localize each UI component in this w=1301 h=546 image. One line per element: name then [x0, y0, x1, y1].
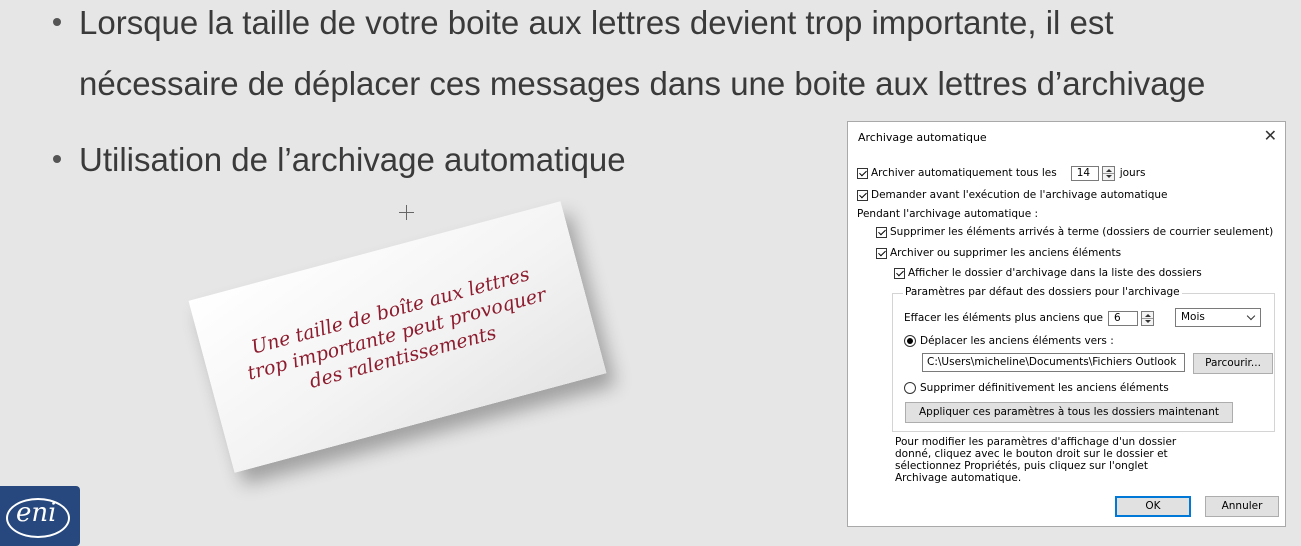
bullet-1: Lorsque la taille de votre boite aux let…: [53, 4, 1114, 41]
logo-text: eni: [16, 498, 57, 528]
months-spinner[interactable]: [1141, 310, 1155, 326]
apply-all-button[interactable]: Appliquer ces paramètres à tous les doss…: [905, 402, 1233, 423]
auto-archive-checkbox[interactable]: [857, 167, 868, 179]
delete-expired-row: Supprimer les éléments arrivés à terme (…: [876, 225, 1273, 239]
bullet-1-line-1: Lorsque la taille de votre boite aux let…: [79, 4, 1114, 41]
auto-archive-days-input[interactable]: 14: [1070, 165, 1099, 181]
info-line-2: donné, cliquez avec le bouton droit sur …: [895, 448, 1168, 460]
auto-archive-row: Archiver automatiquement tous les 14 jou…: [857, 165, 1146, 181]
autoarchive-dialog: Archivage automatique ✕ Archiver automat…: [847, 121, 1286, 527]
chevron-down-icon: [1246, 311, 1256, 321]
show-folder-checkbox[interactable]: [894, 267, 905, 279]
info-line-1: Pour modifier les paramètres d'affichage…: [895, 436, 1177, 448]
spin-up-icon[interactable]: [1105, 168, 1112, 172]
clean-older-label: Effacer les éléments plus anciens que: [904, 312, 1104, 324]
archive-old-row: Archiver ou supprimer les anciens élémen…: [876, 246, 1121, 260]
ask-before-row: Demander avant l'exécution de l'archivag…: [857, 188, 1168, 202]
spin-down-icon[interactable]: [1145, 319, 1152, 323]
period-select-value: Mois: [1181, 311, 1205, 323]
archive-path-input[interactable]: C:\Users\micheline\Documents\Fichiers Ou…: [922, 353, 1185, 372]
auto-archive-label: Archiver automatiquement tous les: [871, 167, 1057, 179]
close-icon[interactable]: ✕: [1264, 126, 1277, 145]
eni-logo: eni: [0, 486, 80, 546]
dialog-title: Archivage automatique: [858, 131, 987, 144]
during-label: Pendant l'archivage automatique :: [857, 208, 1039, 220]
show-folder-label: Afficher le dossier d'archivage dans la …: [908, 267, 1202, 279]
days-spinner[interactable]: [1101, 165, 1115, 181]
days-unit-label: jours: [1119, 167, 1146, 179]
sticky-note-text: Une taille de boîte aux lettres trop imp…: [201, 250, 592, 419]
ok-button[interactable]: OK: [1115, 496, 1191, 517]
archive-old-checkbox[interactable]: [876, 247, 887, 259]
delete-expired-checkbox[interactable]: [876, 226, 887, 238]
move-old-radio[interactable]: [904, 335, 916, 347]
clean-older-input[interactable]: 6: [1108, 310, 1139, 326]
browse-button[interactable]: Parcourir...: [1193, 353, 1273, 374]
info-line-3: sélectionnez Propriétés, puis cliquez su…: [895, 460, 1148, 472]
move-old-label: Déplacer les anciens éléments vers :: [920, 335, 1114, 347]
delete-perm-label: Supprimer définitivement les anciens élé…: [920, 382, 1169, 394]
info-line-4: Archivage automatique.: [895, 472, 1022, 484]
ask-before-checkbox[interactable]: [857, 189, 868, 201]
clean-older-row: Effacer les éléments plus anciens que 6: [904, 310, 1159, 326]
bullet-2: Utilisation de l’archivage automatique: [53, 141, 626, 178]
spin-up-icon[interactable]: [1145, 313, 1152, 317]
sticky-note: Une taille de boîte aux lettres trop imp…: [188, 201, 607, 473]
move-old-row: Déplacer les anciens éléments vers :: [904, 334, 1114, 348]
period-select[interactable]: Mois: [1175, 308, 1261, 327]
move-cursor-icon: [399, 205, 414, 220]
delete-perm-radio[interactable]: [904, 382, 916, 394]
group-label: Paramètres par défaut des dossiers pour …: [903, 286, 1182, 298]
bullet-1-line-2: nécessaire de déplacer ces messages dans…: [79, 65, 1206, 102]
bullet-dot: [53, 155, 61, 163]
ask-before-label: Demander avant l'exécution de l'archivag…: [871, 189, 1168, 201]
bullet-2-line-1: Utilisation de l’archivage automatique: [79, 141, 626, 178]
cancel-button[interactable]: Annuler: [1205, 496, 1279, 517]
info-text: Pour modifier les paramètres d'affichage…: [895, 436, 1215, 484]
bullet-dot: [53, 18, 61, 26]
delete-expired-label: Supprimer les éléments arrivés à terme (…: [890, 226, 1274, 238]
delete-perm-row: Supprimer définitivement les anciens élé…: [904, 381, 1169, 395]
show-folder-row: Afficher le dossier d'archivage dans la …: [894, 266, 1202, 280]
spin-down-icon[interactable]: [1105, 174, 1112, 178]
archive-old-label: Archiver ou supprimer les anciens élémen…: [890, 247, 1122, 259]
